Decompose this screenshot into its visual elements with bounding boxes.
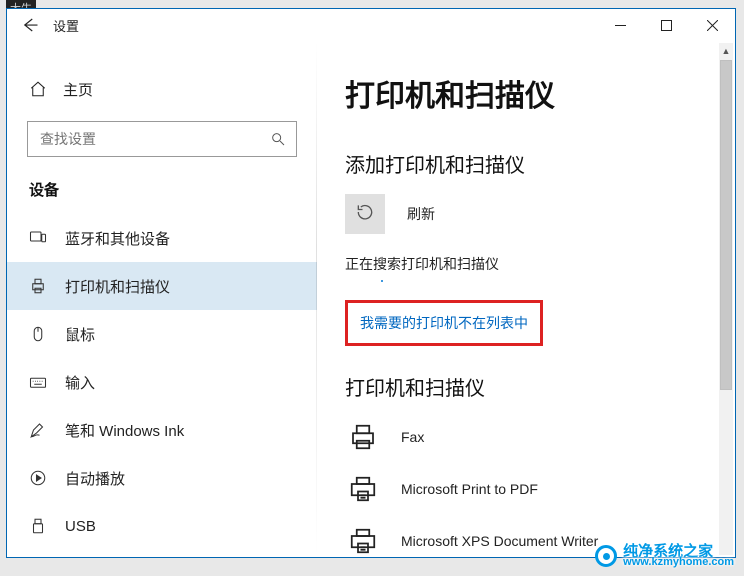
home-button[interactable]: 主页 [7, 71, 317, 107]
titlebar: 设置 [7, 9, 735, 41]
sidebar-item-label: 笔和 Windows Ink [65, 420, 184, 441]
sidebar-item-label: 自动播放 [65, 468, 125, 489]
search-input[interactable] [40, 131, 270, 147]
add-section-title: 添加打印机和扫描仪 [345, 149, 707, 178]
settings-window: 设置 [6, 8, 736, 558]
maximize-button[interactable] [643, 9, 689, 41]
progress-dot [381, 280, 383, 282]
xps-printer-icon [345, 523, 381, 557]
device-label: Microsoft XPS Document Writer [401, 533, 598, 549]
back-button[interactable] [21, 16, 39, 34]
pdf-printer-icon [345, 471, 381, 507]
device-label: Fax [401, 429, 424, 445]
autoplay-icon [29, 469, 47, 487]
sidebar-item-typing[interactable]: 输入 [7, 358, 317, 406]
refresh-label: 刷新 [407, 204, 435, 224]
keyboard-icon [29, 373, 47, 391]
sidebar-item-printers[interactable]: 打印机和扫描仪 [7, 262, 317, 310]
sidebar-item-mouse[interactable]: 鼠标 [7, 310, 317, 358]
device-label: Microsoft Print to PDF [401, 481, 538, 497]
printer-not-listed-link[interactable]: 我需要的打印机不在列表中 [360, 315, 528, 331]
page-title: 打印机和扫描仪 [345, 71, 707, 115]
sidebar-item-label: 鼠标 [65, 324, 95, 345]
devices-icon [29, 229, 47, 247]
search-icon [270, 131, 286, 147]
sidebar-divider [316, 41, 317, 557]
sidebar-item-pen[interactable]: 笔和 Windows Ink [7, 406, 317, 454]
watermark-url: www.kzmyhome.com [623, 557, 734, 568]
home-icon [29, 80, 47, 98]
app-title: 设置 [53, 16, 79, 35]
printer-icon [29, 277, 47, 295]
pen-icon [29, 421, 47, 439]
content-area: 打印机和扫描仪 添加打印机和扫描仪 刷新 正在搜索打印机和扫描仪 我需要的打印机… [317, 41, 735, 557]
home-label: 主页 [63, 79, 93, 100]
devices-section-title: 打印机和扫描仪 [345, 372, 707, 401]
close-button[interactable] [689, 9, 735, 41]
sidebar-item-autoplay[interactable]: 自动播放 [7, 454, 317, 502]
fax-printer-icon [345, 419, 381, 455]
highlight-box: 我需要的打印机不在列表中 [345, 300, 543, 346]
sidebar-section-title: 设备 [7, 179, 317, 200]
refresh-icon [355, 202, 375, 227]
sidebar-item-label: 输入 [65, 372, 95, 393]
sidebar-item-usb[interactable]: USB [7, 502, 317, 550]
search-box[interactable] [27, 121, 297, 157]
refresh-button[interactable] [345, 194, 385, 234]
sidebar: 主页 设备 蓝牙和其他设备 [7, 41, 317, 557]
minimize-button[interactable] [597, 9, 643, 41]
sidebar-item-label: 打印机和扫描仪 [65, 276, 170, 297]
sidebar-item-label: 蓝牙和其他设备 [65, 228, 170, 249]
searching-text: 正在搜索打印机和扫描仪 [345, 254, 707, 274]
watermark: 纯净系统之家 www.kzmyhome.com [595, 544, 734, 568]
watermark-logo-icon [595, 545, 617, 567]
mouse-icon [29, 325, 47, 343]
scroll-thumb[interactable] [720, 60, 732, 390]
sidebar-item-label: USB [65, 518, 96, 535]
sidebar-item-bluetooth[interactable]: 蓝牙和其他设备 [7, 214, 317, 262]
device-row-fax[interactable]: Fax [345, 411, 707, 463]
scroll-up-arrow[interactable]: ▲ [719, 43, 733, 59]
device-row-pdf[interactable]: Microsoft Print to PDF [345, 463, 707, 515]
vertical-scrollbar[interactable]: ▲ [719, 43, 733, 555]
usb-icon [29, 517, 47, 535]
